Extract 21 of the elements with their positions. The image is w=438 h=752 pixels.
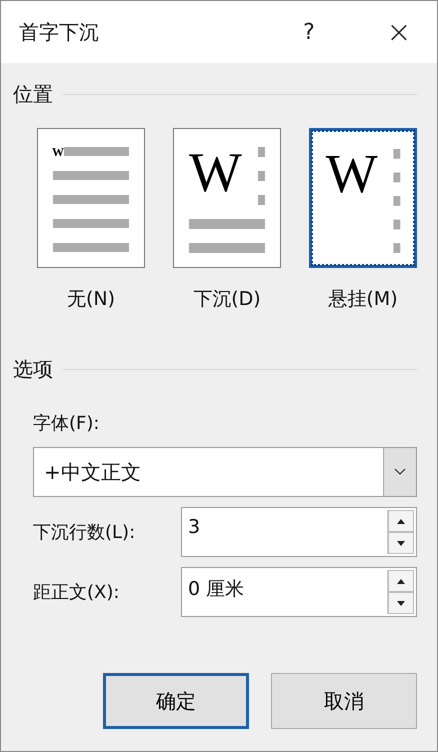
distance-spinbox[interactable]: 0 厘米 xyxy=(181,567,417,617)
lines-label: 下沉行数(L): xyxy=(33,521,136,544)
help-button[interactable]: ? xyxy=(281,10,337,54)
distance-label: 距正文(X): xyxy=(33,581,120,604)
spin-down-icon[interactable] xyxy=(388,592,414,614)
chevron-down-icon xyxy=(394,468,406,476)
spin-up-icon[interactable] xyxy=(388,510,414,532)
cancel-button[interactable]: 取消 xyxy=(271,673,417,729)
window-title: 首字下沉 xyxy=(19,18,100,46)
font-dropdown[interactable]: +中文正文 xyxy=(33,447,417,497)
lines-spinbox[interactable]: 3 xyxy=(181,507,417,557)
spin-down-icon[interactable] xyxy=(388,532,414,554)
option-label: 无(N) xyxy=(66,287,116,312)
option-label: 悬挂(M) xyxy=(328,287,398,312)
section-heading: 选项 xyxy=(13,356,53,383)
spin-up-icon[interactable] xyxy=(388,570,414,592)
section-heading: 位置 xyxy=(13,81,53,108)
ok-button[interactable]: 确定 xyxy=(103,673,249,729)
close-button[interactable]: × xyxy=(371,10,427,54)
option-label: 下沉(D) xyxy=(193,287,261,312)
font-label: 字体(F): xyxy=(33,412,100,435)
